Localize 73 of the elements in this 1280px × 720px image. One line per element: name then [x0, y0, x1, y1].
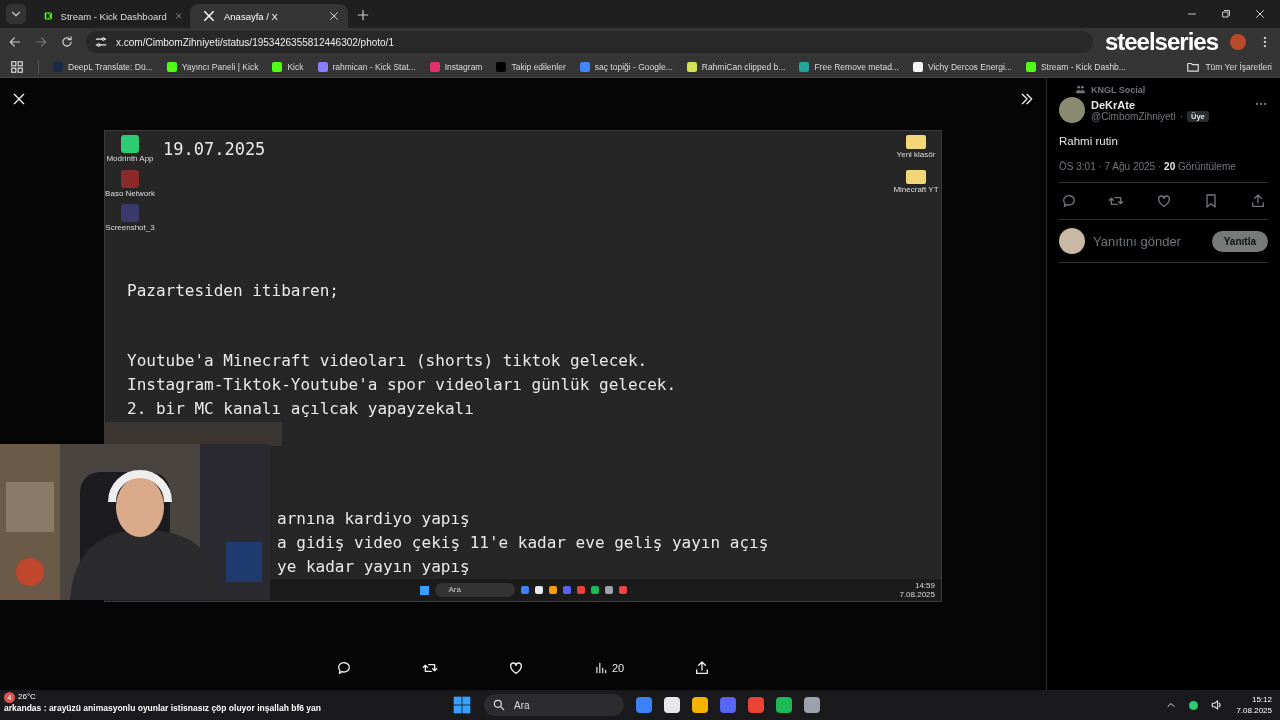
reply-icon[interactable]	[335, 660, 352, 676]
address-bar[interactable]: x.com/CimbomZihniyeti/status/1953426355812446302/photo/1	[86, 31, 1093, 53]
forward-icon[interactable]	[34, 35, 48, 49]
overlay-logo: steelseries	[1104, 29, 1218, 55]
clock-date: 7.08.2025	[899, 590, 935, 599]
avatar	[1059, 228, 1085, 254]
search-field[interactable]: Ara	[434, 583, 515, 597]
bookmark[interactable]: Takip edilenler	[496, 61, 566, 72]
back-icon[interactable]	[8, 35, 22, 49]
bookmark[interactable]: Vichy Dercos Energi...	[912, 61, 1012, 72]
x-logo-icon	[202, 9, 216, 23]
icon-label: Baso Network	[105, 188, 155, 199]
clock-time: 14:59	[914, 581, 935, 590]
close-icon[interactable]	[328, 10, 340, 22]
start-icon[interactable]	[419, 585, 429, 595]
all-bookmarks[interactable]: Tüm Yer İşaretleri	[1186, 59, 1272, 74]
restore-icon[interactable]	[1220, 8, 1232, 20]
reply-field[interactable]: Yanıtını gönder	[1091, 232, 1206, 250]
clock-time: 15:12	[1251, 695, 1272, 704]
browser-tab[interactable]: Anasayfa / X	[190, 4, 348, 28]
tab-title: Anasayfa / X	[224, 10, 279, 22]
start-icon[interactable]	[452, 695, 472, 715]
handle[interactable]: @CimbomZihniyeti	[1091, 110, 1176, 122]
bookmark[interactable]: rahmican - Kick Stat...	[317, 61, 416, 72]
apps-icon[interactable]	[10, 59, 24, 74]
people-icon	[1075, 84, 1086, 95]
share-icon[interactable]	[694, 660, 711, 676]
bookmark[interactable]: Yayıncı Paneli | Kick	[166, 61, 259, 72]
note-line: ye kadar yayın yapış	[276, 556, 471, 578]
bookmark[interactable]: DeepL Translate: Dü...	[53, 61, 153, 72]
icon-label: Yeni klasör	[896, 150, 936, 160]
status-dot-icon[interactable]	[1189, 700, 1199, 710]
display-name[interactable]: DeKrAte	[1091, 98, 1248, 111]
bookmark[interactable]: Free Remove metad...	[799, 61, 899, 72]
clock-date: 7.08.2025	[1236, 706, 1272, 715]
browser-tab[interactable]: Stream - Kick Dashboard	[32, 4, 190, 28]
folder-icon[interactable]	[906, 169, 926, 184]
note-line: Instagram-Tiktok-Youtube'a spor videoları günlük gelecek.	[127, 374, 678, 396]
date-text: 19.07.2025	[163, 138, 266, 161]
separator: ·	[1179, 110, 1183, 122]
note-line: arnına kardiyo yapış	[276, 508, 471, 530]
note-line: 2. bir MC kanalı açılcak yapayzekalı	[127, 398, 475, 420]
tab-title: Stream - Kick Dashboard	[60, 10, 167, 22]
bookmark[interactable]: saç topiği - Google...	[579, 61, 673, 72]
tab-list-button[interactable]	[6, 4, 26, 24]
views-button[interactable]: 20	[593, 661, 625, 675]
icon-label: Modrinth App	[106, 154, 154, 164]
new-tab-icon[interactable]	[356, 8, 370, 22]
search-field[interactable]: Ara	[484, 694, 624, 716]
note-line: Pazartesiden itibaren;	[127, 280, 340, 302]
community-label: KNGL Social	[1091, 84, 1146, 95]
site-settings-icon[interactable]	[94, 35, 108, 49]
bar-chart-icon	[593, 661, 608, 675]
close-icon[interactable]	[1254, 8, 1266, 20]
bookmark[interactable]: Instagram	[429, 61, 483, 72]
reload-icon[interactable]	[60, 35, 74, 49]
k-logo-icon	[44, 9, 53, 23]
chat-ticker: arkandas : arayüzü animasyonlu oyunlar istisnasız çöp oluyor inşallah bf6 yan	[4, 703, 321, 713]
bookmark[interactable]: RahmiCan clipped b...	[686, 61, 786, 72]
note-line: a gidiş video çekiş 11'e kadar eve geliş yayın açış	[276, 532, 770, 554]
chevron-icon	[1019, 91, 1035, 107]
icon-label: Minecraft YT	[893, 184, 939, 195]
icon-label: Screenshot_3	[105, 223, 155, 233]
like-icon[interactable]	[507, 660, 524, 676]
tweet-meta: ÖS 3:01 · 7 Ağu 2025 · 20 Görüntüleme	[1059, 161, 1237, 172]
avatar[interactable]	[1059, 97, 1085, 123]
tweet-text: Rahmi rutin	[1059, 135, 1119, 147]
note-line: Youtube'a Minecraft videoları (shorts) tiktok gelecek.	[127, 350, 649, 372]
bookmark[interactable]: Kick	[272, 61, 304, 72]
search-icon	[492, 698, 506, 712]
close-icon	[11, 91, 27, 107]
temperature: 26°C	[18, 692, 36, 701]
bookmark[interactable]: Stream - Kick Dashb...	[1025, 61, 1126, 72]
